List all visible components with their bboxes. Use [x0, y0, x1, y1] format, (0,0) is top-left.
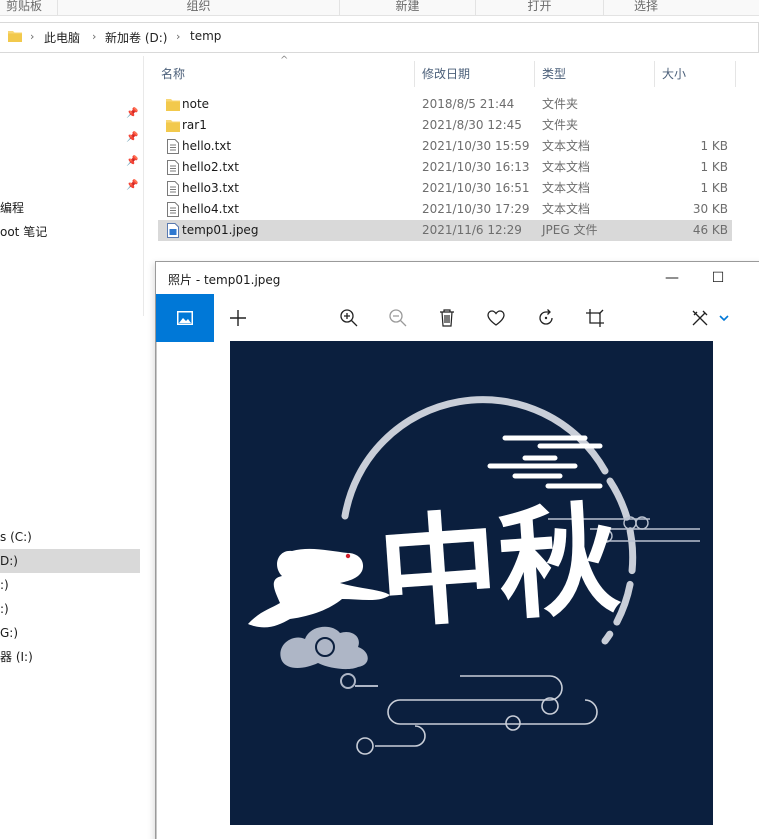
chevron-right-icon[interactable]: ›: [176, 30, 180, 43]
nav-item-drive[interactable]: :): [0, 573, 140, 597]
file-date: 2018/8/5 21:44: [422, 97, 515, 111]
sort-ascending-icon: ^: [280, 55, 289, 66]
file-size: 46 KB: [692, 223, 728, 237]
photo-canvas[interactable]: 中秋: [230, 341, 713, 825]
folder-icon: [166, 120, 180, 132]
file-name: hello.txt: [182, 139, 232, 153]
heart-icon[interactable]: [484, 306, 508, 330]
text-file-icon: [167, 181, 179, 196]
window-title: 照片 - temp01.jpeg: [168, 273, 281, 287]
chevron-down-icon[interactable]: [712, 306, 736, 330]
pin-icon[interactable]: 📌: [126, 180, 138, 191]
file-date: 2021/11/6 12:29: [422, 223, 522, 237]
nav-item-quick-access[interactable]: oot 笔记: [0, 220, 140, 244]
file-type: JPEG 文件: [542, 223, 598, 237]
folder-icon: [166, 99, 180, 111]
nav-item-quick-access[interactable]: 编程: [0, 196, 140, 220]
mid-autumn-image: 中秋: [248, 396, 700, 755]
zoom-in-icon[interactable]: [337, 306, 361, 330]
nav-item-drive-g[interactable]: G:): [0, 621, 140, 645]
text-file-icon: [167, 202, 179, 217]
zoom-out-icon[interactable]: [386, 306, 410, 330]
ribbon-group-labels: 剪贴板 组织 新建 打开 选择: [0, 0, 759, 16]
file-date: 2021/10/30 17:29: [422, 202, 530, 216]
photos-toolbar: [156, 294, 759, 342]
file-date: 2021/10/30 16:13: [422, 160, 530, 174]
column-header-name[interactable]: 名称: [161, 61, 185, 87]
file-name: temp01.jpeg: [182, 223, 259, 237]
file-size: 30 KB: [692, 202, 728, 216]
add-icon[interactable]: [226, 306, 250, 330]
file-row[interactable]: hello3.txt 2021/10/30 16:51 文本文档 1 KB: [158, 178, 732, 199]
file-row[interactable]: hello4.txt 2021/10/30 17:29 文本文档 30 KB: [158, 199, 732, 220]
file-size: 1 KB: [700, 181, 728, 195]
file-type: 文本文档: [542, 139, 591, 153]
file-date: 2021/10/30 15:59: [422, 139, 530, 153]
rotate-icon[interactable]: [534, 306, 558, 330]
file-name: rar1: [182, 118, 207, 132]
column-header-date[interactable]: 修改日期: [422, 61, 470, 87]
file-type: 文本文档: [542, 181, 591, 195]
file-row[interactable]: hello.txt 2021/10/30 15:59 文本文档 1 KB: [158, 136, 732, 157]
view-all-photos-button[interactable]: [156, 294, 214, 342]
column-divider[interactable]: [654, 61, 655, 87]
minimize-button[interactable]: —: [652, 266, 692, 290]
image-title-text: 中秋: [374, 488, 623, 645]
chevron-right-icon[interactable]: ›: [30, 30, 34, 43]
nav-item-drive[interactable]: :): [0, 597, 140, 621]
file-size: 1 KB: [700, 139, 728, 153]
file-date: 2021/10/30 16:51: [422, 181, 530, 195]
ribbon-group-select: 选择: [633, 0, 658, 13]
file-name: hello3.txt: [182, 181, 239, 195]
maximize-button[interactable]: ☐: [698, 266, 738, 290]
file-name: hello2.txt: [182, 160, 239, 174]
column-divider[interactable]: [735, 61, 736, 87]
window-edge: [156, 342, 157, 839]
chevron-right-icon[interactable]: ›: [92, 30, 96, 43]
breadcrumb-this-pc[interactable]: 此电脑: [44, 29, 80, 46]
file-name: hello4.txt: [182, 202, 239, 216]
text-file-icon: [167, 139, 179, 154]
nav-scrollbar[interactable]: [143, 56, 144, 316]
file-row[interactable]: hello2.txt 2021/10/30 16:13 文本文档 1 KB: [158, 157, 732, 178]
photos-window: 照片 - temp01.jpeg — ☐ 中秋: [155, 261, 759, 839]
column-header-type[interactable]: 类型: [542, 61, 566, 87]
pin-icon[interactable]: 📌: [126, 108, 138, 119]
pin-icon[interactable]: 📌: [126, 132, 138, 143]
delete-icon[interactable]: [435, 306, 459, 330]
breadcrumb-drive-d[interactable]: 新加卷 (D:): [105, 29, 167, 46]
nav-item-drive-d[interactable]: D:): [0, 549, 140, 573]
column-divider[interactable]: [534, 61, 535, 87]
folder-icon: [8, 31, 22, 42]
breadcrumb-temp[interactable]: temp: [190, 29, 221, 43]
pin-icon[interactable]: 📌: [126, 156, 138, 167]
image-file-icon: [167, 223, 179, 238]
ribbon-group-new: 新建: [340, 0, 476, 15]
ribbon-group-open: 打开: [476, 0, 604, 15]
column-divider[interactable]: [414, 61, 415, 87]
ribbon-group-organize: 组织: [58, 0, 340, 15]
file-date: 2021/8/30 12:45: [422, 118, 522, 132]
ribbon-group-clipboard: 剪贴板: [0, 0, 58, 15]
navigation-pane: 📌 📌 📌 📌 编程 oot 笔记 s (C:) D:) :) :) G:) 器…: [0, 56, 145, 839]
file-row-selected[interactable]: temp01.jpeg 2021/11/6 12:29 JPEG 文件 46 K…: [158, 220, 732, 241]
column-header-size[interactable]: 大小: [662, 61, 686, 87]
file-size: 1 KB: [700, 160, 728, 174]
file-type: 文件夹: [542, 118, 579, 132]
nav-item-drive-c[interactable]: s (C:): [0, 525, 140, 549]
file-type: 文件夹: [542, 97, 579, 111]
file-name: note: [182, 97, 210, 111]
desktop: { "ribbon": { "groups": ["剪贴板", "组织", "新…: [0, 0, 759, 839]
text-file-icon: [167, 160, 179, 175]
nav-item-drive-i[interactable]: 器 (I:): [0, 645, 140, 669]
crop-icon[interactable]: [583, 306, 607, 330]
image-icon: [177, 311, 193, 325]
edit-create-icon[interactable]: [688, 306, 712, 330]
file-row[interactable]: rar1 2021/8/30 12:45 文件夹: [158, 115, 732, 136]
address-bar[interactable]: › 此电脑 › 新加卷 (D:) › temp: [0, 22, 759, 54]
file-row[interactable]: note 2018/8/5 21:44 文件夹: [158, 94, 732, 115]
file-type: 文本文档: [542, 160, 591, 174]
file-type: 文本文档: [542, 202, 591, 216]
